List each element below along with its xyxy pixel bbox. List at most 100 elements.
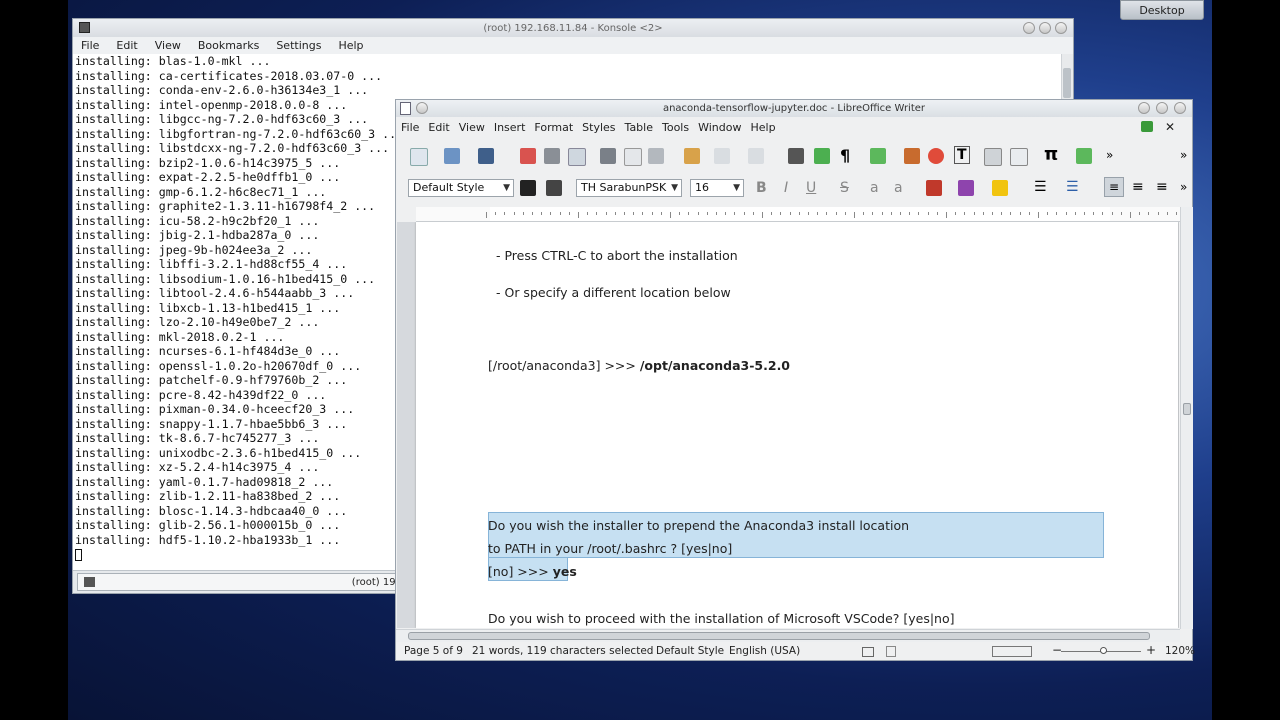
maximize-icon[interactable]: [1156, 102, 1168, 114]
zoom-in-icon[interactable]: +: [1146, 643, 1156, 657]
scrollbar-thumb[interactable]: [1063, 68, 1071, 98]
close-icon[interactable]: [1174, 102, 1186, 114]
copy-icon[interactable]: [624, 148, 642, 166]
konsole-app-icon[interactable]: [79, 22, 90, 33]
redo-icon[interactable]: [748, 148, 764, 164]
ruler-tick: [1028, 212, 1030, 215]
formatting-marks-icon[interactable]: ¶: [840, 146, 850, 165]
insert-table-icon[interactable]: [870, 148, 886, 164]
menu-tools[interactable]: Tools: [662, 121, 689, 134]
status-page[interactable]: Page 5 of 9: [404, 645, 463, 657]
ruler-tick: [909, 212, 911, 215]
menu-table[interactable]: Table: [625, 121, 653, 134]
menu-help[interactable]: Help: [338, 39, 363, 52]
menu-file[interactable]: File: [401, 121, 419, 134]
new-style-icon[interactable]: [546, 180, 562, 196]
close-icon[interactable]: [1055, 22, 1067, 34]
font-size-select[interactable]: 16 ▼: [690, 179, 744, 197]
undo-icon[interactable]: [714, 148, 730, 164]
update-style-icon[interactable]: [520, 180, 536, 196]
maximize-icon[interactable]: [1039, 22, 1051, 34]
subscript-icon[interactable]: a: [894, 180, 903, 196]
clear-formatting-icon[interactable]: [926, 180, 942, 196]
status-language[interactable]: English (USA): [729, 645, 800, 657]
status-zoom[interactable]: 120%: [1165, 645, 1195, 657]
status-page-style[interactable]: Default Style: [656, 645, 724, 657]
view-layout-icon[interactable]: [992, 646, 1032, 657]
menu-format[interactable]: Format: [534, 121, 573, 134]
insert-image-icon[interactable]: [904, 148, 920, 164]
desktop-button[interactable]: Desktop: [1120, 0, 1204, 20]
save-icon[interactable]: [478, 148, 494, 164]
menu-view[interactable]: View: [155, 39, 181, 52]
horizontal-scrollbar-thumb[interactable]: [408, 632, 1150, 640]
paste-icon[interactable]: [648, 148, 664, 164]
zoom-slider-knob[interactable]: [1100, 647, 1107, 654]
font-color-icon[interactable]: [958, 180, 974, 196]
zoom-out-icon[interactable]: −: [1052, 643, 1062, 657]
text-box-icon[interactable]: T: [954, 146, 970, 164]
menu-file[interactable]: File: [81, 39, 99, 52]
vertical-scrollbar-thumb[interactable]: [1183, 403, 1191, 415]
minimize-icon[interactable]: [1138, 102, 1150, 114]
underline-icon[interactable]: U: [806, 180, 816, 196]
ruler-tick: [1148, 212, 1150, 215]
find-replace-icon[interactable]: [788, 148, 804, 164]
document-modified-icon[interactable]: [886, 646, 896, 657]
new-icon[interactable]: [410, 148, 428, 166]
menu-view[interactable]: View: [459, 121, 485, 134]
numbered-list-icon[interactable]: ☰: [1066, 179, 1079, 195]
menu-insert[interactable]: Insert: [494, 121, 526, 134]
bullet-list-icon[interactable]: ☰: [1034, 179, 1047, 195]
menu-edit[interactable]: Edit: [116, 39, 137, 52]
ruler-tick: [596, 212, 598, 215]
superscript-icon[interactable]: a: [870, 180, 879, 196]
ruler-tick: [522, 212, 524, 215]
insert-field-icon[interactable]: [1010, 148, 1028, 166]
close-document-icon[interactable]: ✕: [1165, 120, 1175, 134]
highlight-color-icon[interactable]: [992, 180, 1008, 196]
insert-chart-icon[interactable]: [928, 148, 944, 164]
menu-settings[interactable]: Settings: [276, 39, 321, 52]
minimize-icon[interactable]: [1023, 22, 1035, 34]
toolbar-overflow-icon[interactable]: »: [1106, 148, 1113, 162]
open-icon[interactable]: [444, 148, 460, 164]
menu-edit[interactable]: Edit: [428, 121, 449, 134]
pin-icon[interactable]: [416, 102, 428, 114]
toolbar-overflow-icon-3[interactable]: »: [1180, 180, 1187, 194]
align-left-icon[interactable]: ≡: [1104, 177, 1124, 197]
writer-doc-icon[interactable]: [400, 102, 411, 115]
menu-styles[interactable]: Styles: [582, 121, 615, 134]
insert-hyperlink-icon[interactable]: [1076, 148, 1092, 164]
writer-titlebar[interactable]: anaconda-tensorflow-jupyter.doc - LibreO…: [396, 100, 1192, 117]
ruler-tick: [808, 212, 809, 215]
horizontal-ruler[interactable]: [416, 207, 1180, 222]
menu-bookmarks[interactable]: Bookmarks: [198, 39, 259, 52]
selection-mode-icon[interactable]: [862, 647, 874, 657]
font-name-select[interactable]: TH SarabunPSK ▼: [576, 179, 682, 197]
print-icon[interactable]: [544, 148, 560, 164]
update-icon[interactable]: [1141, 121, 1153, 132]
page-break-icon[interactable]: [984, 148, 1002, 166]
cut-icon[interactable]: [600, 148, 616, 164]
vertical-scrollbar[interactable]: [1180, 207, 1193, 629]
print-preview-icon[interactable]: [568, 148, 586, 166]
export-pdf-icon[interactable]: [520, 148, 536, 164]
document-page[interactable]: - Press CTRL-C to abort the installation…: [416, 222, 1178, 628]
italic-icon[interactable]: I: [784, 180, 788, 196]
konsole-titlebar[interactable]: (root) 192.168.11.84 - Konsole <2>: [73, 19, 1073, 37]
paragraph-style-select[interactable]: Default Style ▼: [408, 179, 514, 197]
align-right-icon[interactable]: ≡: [1156, 179, 1168, 195]
clone-formatting-icon[interactable]: [684, 148, 700, 164]
toolbar-overflow-icon-2[interactable]: »: [1180, 148, 1187, 162]
bold-icon[interactable]: B: [756, 180, 767, 196]
align-center-icon[interactable]: ≡: [1132, 179, 1144, 195]
special-character-icon[interactable]: π: [1044, 144, 1058, 165]
horizontal-scrollbar[interactable]: [396, 629, 1180, 642]
strikethrough-icon[interactable]: S: [840, 180, 849, 196]
document-area[interactable]: - Press CTRL-C to abort the installation…: [397, 222, 1179, 628]
spelling-icon[interactable]: [814, 148, 830, 164]
status-word-count[interactable]: 21 words, 119 characters selected: [472, 645, 653, 657]
menu-window[interactable]: Window: [698, 121, 741, 134]
menu-help[interactable]: Help: [750, 121, 775, 134]
